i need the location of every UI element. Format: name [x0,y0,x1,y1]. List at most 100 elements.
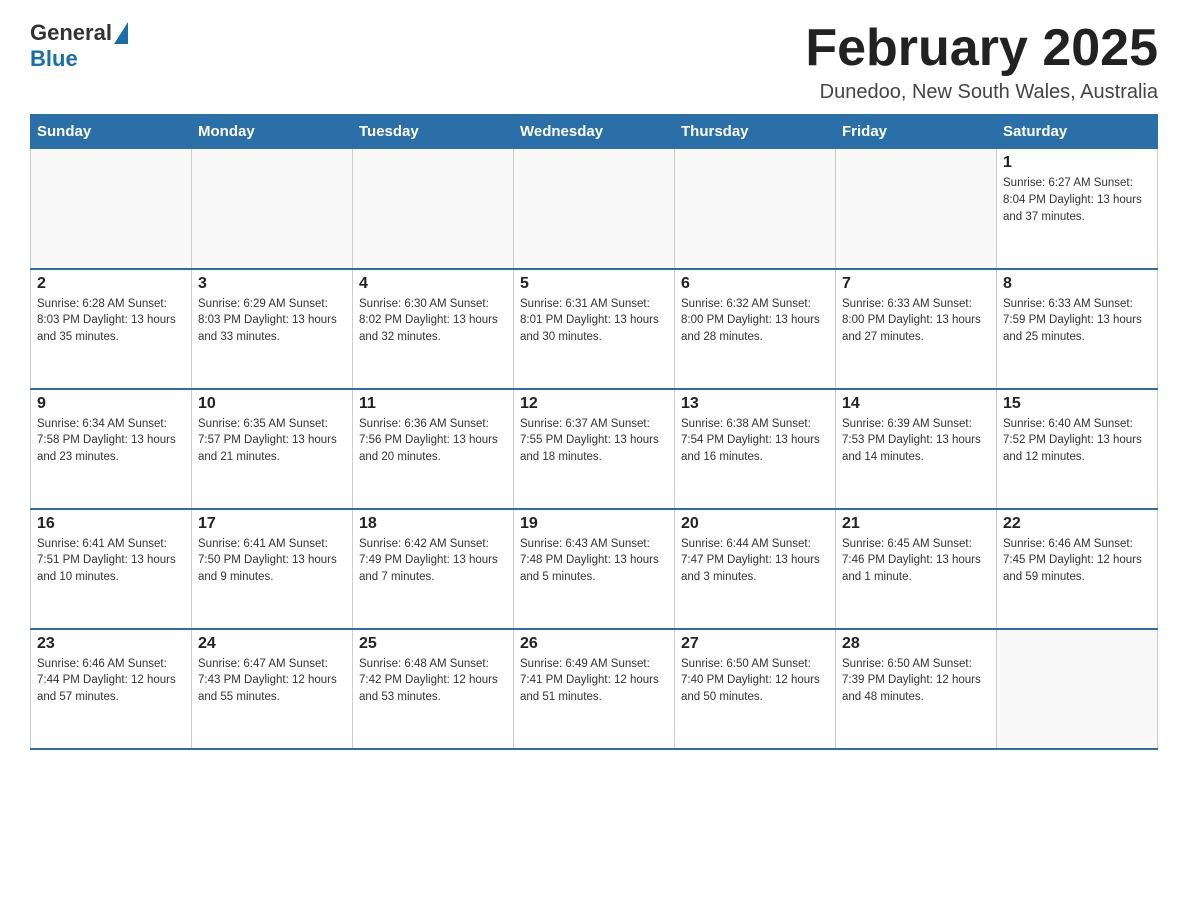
day-info: Sunrise: 6:41 AM Sunset: 7:51 PM Dayligh… [37,536,185,586]
header-cell-wednesday: Wednesday [514,115,675,149]
calendar-cell [31,149,192,269]
calendar-header: SundayMondayTuesdayWednesdayThursdayFrid… [31,115,1158,149]
day-number: 12 [520,395,668,413]
day-number: 16 [37,515,185,533]
calendar-cell [836,149,997,269]
calendar-week-row: 9Sunrise: 6:34 AM Sunset: 7:58 PM Daylig… [31,389,1158,509]
calendar-table: SundayMondayTuesdayWednesdayThursdayFrid… [30,114,1158,750]
calendar-cell [675,149,836,269]
calendar-cell: 13Sunrise: 6:38 AM Sunset: 7:54 PM Dayli… [675,389,836,509]
day-info: Sunrise: 6:40 AM Sunset: 7:52 PM Dayligh… [1003,416,1151,466]
header-cell-saturday: Saturday [997,115,1158,149]
day-info: Sunrise: 6:31 AM Sunset: 8:01 PM Dayligh… [520,296,668,346]
calendar-cell [997,629,1158,749]
day-info: Sunrise: 6:46 AM Sunset: 7:45 PM Dayligh… [1003,536,1151,586]
calendar-cell: 10Sunrise: 6:35 AM Sunset: 7:57 PM Dayli… [192,389,353,509]
day-number: 1 [1003,154,1151,172]
day-number: 23 [37,635,185,653]
day-number: 18 [359,515,507,533]
day-number: 10 [198,395,346,413]
day-number: 5 [520,275,668,293]
header-cell-monday: Monday [192,115,353,149]
calendar-cell: 2 Sunrise: 6:28 AM Sunset: 8:03 PM Daylig… [31,269,192,389]
day-info: Sunrise: 6:32 AM Sunset: 8:00 PM Dayligh… [681,296,829,346]
calendar-cell: 21 Sunrise: 6:45 AM Sunset: 7:46 PM Dayli… [836,509,997,629]
day-info: Sunrise: 6:28 AM Sunset: 8:03 PM Dayligh… [37,296,185,346]
day-info: Sunrise: 6:33 AM Sunset: 8:00 PM Dayligh… [842,296,990,346]
calendar-cell: 25 Sunrise: 6:48 AM Sunset: 7:42 PM Dayli… [353,629,514,749]
calendar-cell: 11 Sunrise: 6:36 AM Sunset: 7:56 PM Dayli… [353,389,514,509]
day-info: Sunrise: 6:48 AM Sunset: 7:42 PM Dayligh… [359,656,507,706]
calendar-body: 1 Sunrise: 6:27 AM Sunset: 8:04 PM Daylig… [31,149,1158,749]
day-info: Sunrise: 6:30 AM Sunset: 8:02 PM Dayligh… [359,296,507,346]
day-number: 2 [37,275,185,293]
calendar-cell: 3 Sunrise: 6:29 AM Sunset: 8:03 PM Daylig… [192,269,353,389]
day-info: Sunrise: 6:43 AM Sunset: 7:48 PM Dayligh… [520,536,668,586]
day-info: Sunrise: 6:46 AM Sunset: 7:44 PM Dayligh… [37,656,185,706]
calendar-cell: 17 Sunrise: 6:41 AM Sunset: 7:50 PM Dayli… [192,509,353,629]
day-number: 26 [520,635,668,653]
calendar-cell: 20Sunrise: 6:44 AM Sunset: 7:47 PM Dayli… [675,509,836,629]
header-cell-sunday: Sunday [31,115,192,149]
calendar-cell: 6 Sunrise: 6:32 AM Sunset: 8:00 PM Daylig… [675,269,836,389]
header-row: SundayMondayTuesdayWednesdayThursdayFrid… [31,115,1158,149]
day-number: 24 [198,635,346,653]
day-number: 27 [681,635,829,653]
day-info: Sunrise: 6:45 AM Sunset: 7:46 PM Dayligh… [842,536,990,586]
calendar-cell: 24 Sunrise: 6:47 AM Sunset: 7:43 PM Dayli… [192,629,353,749]
calendar-cell: 26 Sunrise: 6:49 AM Sunset: 7:41 PM Dayli… [514,629,675,749]
header-cell-tuesday: Tuesday [353,115,514,149]
calendar-cell [192,149,353,269]
calendar-cell: 28 Sunrise: 6:50 AM Sunset: 7:39 PM Dayli… [836,629,997,749]
day-info: Sunrise: 6:49 AM Sunset: 7:41 PM Dayligh… [520,656,668,706]
calendar-cell: 27 Sunrise: 6:50 AM Sunset: 7:40 PM Dayli… [675,629,836,749]
calendar-cell: 22Sunrise: 6:46 AM Sunset: 7:45 PM Dayli… [997,509,1158,629]
day-number: 17 [198,515,346,533]
day-number: 11 [359,395,507,413]
calendar-cell: 15 Sunrise: 6:40 AM Sunset: 7:52 PM Dayli… [997,389,1158,509]
day-info: Sunrise: 6:27 AM Sunset: 8:04 PM Dayligh… [1003,175,1151,225]
day-info: Sunrise: 6:37 AM Sunset: 7:55 PM Dayligh… [520,416,668,466]
day-number: 25 [359,635,507,653]
header-cell-friday: Friday [836,115,997,149]
day-info: Sunrise: 6:36 AM Sunset: 7:56 PM Dayligh… [359,416,507,466]
day-number: 6 [681,275,829,293]
calendar-week-row: 16 Sunrise: 6:41 AM Sunset: 7:51 PM Dayli… [31,509,1158,629]
day-number: 21 [842,515,990,533]
calendar-cell: 12 Sunrise: 6:37 AM Sunset: 7:55 PM Dayli… [514,389,675,509]
header-cell-thursday: Thursday [675,115,836,149]
calendar-cell: 8 Sunrise: 6:33 AM Sunset: 7:59 PM Daylig… [997,269,1158,389]
day-number: 3 [198,275,346,293]
calendar-cell: 7 Sunrise: 6:33 AM Sunset: 8:00 PM Daylig… [836,269,997,389]
day-info: Sunrise: 6:29 AM Sunset: 8:03 PM Dayligh… [198,296,346,346]
logo: General Blue [30,20,128,72]
day-number: 19 [520,515,668,533]
page-header: General Blue February 2025 Dunedoo, New … [30,20,1158,104]
day-info: Sunrise: 6:34 AM Sunset: 7:58 PM Dayligh… [37,416,185,466]
day-info: Sunrise: 6:33 AM Sunset: 7:59 PM Dayligh… [1003,296,1151,346]
day-info: Sunrise: 6:39 AM Sunset: 7:53 PM Dayligh… [842,416,990,466]
day-number: 7 [842,275,990,293]
calendar-week-row: 1 Sunrise: 6:27 AM Sunset: 8:04 PM Daylig… [31,149,1158,269]
month-title: February 2025 [805,20,1158,77]
day-info: Sunrise: 6:41 AM Sunset: 7:50 PM Dayligh… [198,536,346,586]
day-info: Sunrise: 6:50 AM Sunset: 7:40 PM Dayligh… [681,656,829,706]
calendar-cell: 4Sunrise: 6:30 AM Sunset: 8:02 PM Daylig… [353,269,514,389]
day-number: 8 [1003,275,1151,293]
day-info: Sunrise: 6:47 AM Sunset: 7:43 PM Dayligh… [198,656,346,706]
day-info: Sunrise: 6:50 AM Sunset: 7:39 PM Dayligh… [842,656,990,706]
day-number: 14 [842,395,990,413]
calendar-cell [514,149,675,269]
calendar-week-row: 23 Sunrise: 6:46 AM Sunset: 7:44 PM Dayli… [31,629,1158,749]
day-number: 20 [681,515,829,533]
title-section: February 2025 Dunedoo, New South Wales, … [805,20,1158,104]
calendar-cell: 14 Sunrise: 6:39 AM Sunset: 7:53 PM Dayli… [836,389,997,509]
location-text: Dunedoo, New South Wales, Australia [805,81,1158,104]
day-number: 15 [1003,395,1151,413]
calendar-cell: 23 Sunrise: 6:46 AM Sunset: 7:44 PM Dayli… [31,629,192,749]
day-number: 13 [681,395,829,413]
calendar-week-row: 2 Sunrise: 6:28 AM Sunset: 8:03 PM Daylig… [31,269,1158,389]
day-number: 28 [842,635,990,653]
calendar-cell [353,149,514,269]
logo-general-text: General [30,20,112,46]
